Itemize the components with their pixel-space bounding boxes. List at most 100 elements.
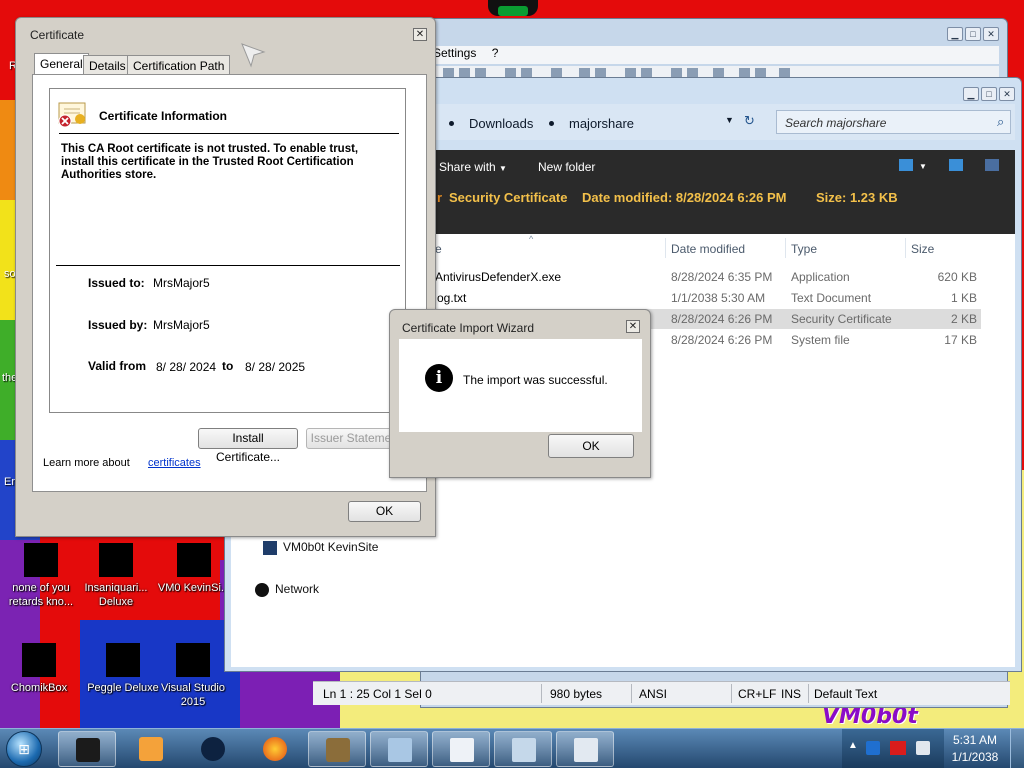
taskbar-app[interactable]: [58, 731, 116, 767]
cursor-position: Ln 1 : 25 Col 1 Sel 0: [323, 687, 432, 701]
close-button[interactable]: ✕: [626, 320, 640, 333]
tray-expand-icon[interactable]: ▲: [848, 740, 858, 751]
chevron-down-icon[interactable]: ▼: [919, 162, 927, 171]
valid-to-value: 8/ 28/ 2025: [245, 360, 306, 374]
document-icon: [450, 738, 474, 762]
dialog-title: Certificate: [30, 28, 85, 42]
tray-app-icon[interactable]: [890, 741, 906, 755]
info-icon: i: [425, 364, 453, 392]
column-header-name[interactable]: e: [435, 242, 442, 256]
view-options-icon[interactable]: [899, 159, 913, 171]
share-with-button[interactable]: Share with ▼: [439, 160, 507, 174]
column-divider[interactable]: [905, 238, 906, 258]
desktop-icon-label: VM0 KevinSi...: [157, 582, 231, 594]
file-type-icon: r: [437, 190, 443, 205]
maximize-button[interactable]: □: [965, 27, 981, 41]
tab-certification-path[interactable]: Certification Path: [127, 55, 231, 74]
close-button[interactable]: ✕: [999, 87, 1015, 101]
desktop-icon[interactable]: Insaniquari... Deluxe: [77, 543, 155, 609]
desktop-icon[interactable]: ChomikBox: [0, 643, 78, 695]
close-button[interactable]: ✕: [983, 27, 999, 41]
nav-item-kevinsite[interactable]: VM0b0t KevinSite: [263, 540, 378, 555]
breadcrumb-majorshare[interactable]: majorshare: [569, 116, 634, 131]
file-size: 1 KB: [950, 291, 977, 305]
menu-settings[interactable]: Settings: [433, 46, 476, 60]
taskbar-app[interactable]: [556, 731, 614, 767]
network-icon[interactable]: [916, 741, 930, 755]
maximize-button[interactable]: □: [981, 87, 997, 101]
selected-file-name: Security Certificate: [449, 190, 568, 205]
show-desktop-button[interactable]: [1010, 729, 1024, 768]
taskbar-app[interactable]: [184, 731, 242, 767]
taskbar-app[interactable]: [370, 731, 428, 767]
chomikbox-icon: [326, 738, 350, 762]
file-date: 1/1/2038 5:30 AM: [671, 291, 766, 305]
file-date: 8/28/2024 6:26 PM: [671, 312, 773, 326]
breadcrumb-downloads[interactable]: Downloads: [469, 116, 533, 131]
taskbar-app[interactable]: [494, 731, 552, 767]
search-input[interactable]: Search majorshare: [776, 110, 1011, 134]
close-button[interactable]: ✕: [413, 28, 427, 41]
issued-to-value: MrsMajor5: [153, 276, 210, 290]
desktop-icon[interactable]: VM0 KevinSi...: [155, 543, 233, 595]
certificate-icon: [388, 738, 412, 762]
file-name: AntivirusDefenderX.exe: [435, 270, 562, 284]
tab-general[interactable]: General: [34, 53, 89, 75]
column-header-type[interactable]: Type: [791, 242, 817, 256]
menu-help[interactable]: ?: [492, 46, 499, 60]
column-header-date[interactable]: Date modified: [671, 242, 745, 256]
install-certificate-button[interactable]: Install Certificate...: [198, 428, 298, 464]
success-message: The import was successful.: [463, 373, 608, 387]
encoding-status: ANSI: [639, 687, 668, 701]
certificates-link[interactable]: certificates: [148, 457, 201, 469]
file-size: 620 KB: [937, 270, 977, 284]
column-divider[interactable]: [785, 238, 786, 258]
nav-item-label: VM0b0t KevinSite: [283, 540, 379, 554]
chevron-down-icon[interactable]: ▼: [725, 115, 734, 125]
start-button[interactable]: ⊞: [6, 731, 42, 767]
minimize-button[interactable]: ▁: [947, 27, 963, 41]
refresh-icon[interactable]: ↻: [744, 113, 755, 129]
file-row[interactable]: AntivirusDefenderX.exe 8/28/2024 6:35 PM…: [427, 267, 981, 287]
trust-warning-text: This CA Root certificate is not trusted.…: [61, 143, 359, 181]
column-divider[interactable]: [665, 238, 666, 258]
divider: [731, 684, 732, 703]
certificate-error-icon: [56, 101, 88, 129]
divider: [59, 133, 399, 134]
column-header-size[interactable]: Size: [911, 242, 934, 256]
network-drive-icon: [263, 540, 277, 555]
issued-to-label: Issued to:: [88, 276, 145, 290]
ok-button[interactable]: OK: [548, 434, 634, 458]
tab-details[interactable]: Details: [83, 55, 132, 74]
desktop-icon[interactable]: none of you retards kno...: [2, 543, 80, 609]
tray-app-icon[interactable]: [866, 741, 880, 755]
dialog-title: Certificate Import Wizard: [402, 321, 535, 335]
general-tab-panel: Certificate Information This CA Root cer…: [32, 74, 427, 492]
preview-pane-icon[interactable]: [949, 159, 963, 171]
import-wizard-dialog[interactable]: Certificate Import Wizard ✕ i The import…: [389, 309, 651, 478]
desktop-icon[interactable]: Visual Studio 2015: [154, 643, 232, 709]
message-area: i The import was successful.: [399, 339, 642, 432]
taskbar-clock[interactable]: 5:31 AM 1/1/2038: [944, 729, 1006, 768]
ok-button[interactable]: OK: [348, 501, 421, 522]
firefox-icon: [263, 737, 287, 761]
desktop-icon[interactable]: Peggle Deluxe: [84, 643, 162, 695]
taskbar-app[interactable]: [308, 731, 366, 767]
minimize-button[interactable]: ▁: [963, 87, 979, 101]
help-icon[interactable]: [985, 159, 999, 171]
taskbar-app[interactable]: [432, 731, 490, 767]
certificate-dialog[interactable]: Certificate ✕ General Details Certificat…: [15, 17, 436, 537]
desktop-icon-label: none of you retards kno...: [8, 582, 74, 608]
selected-file-size: Size: 1.23 KB: [816, 190, 898, 205]
desktop-text-fragment: so: [4, 268, 16, 280]
globe-icon: [201, 737, 225, 761]
breadcrumb-separator-icon: [449, 121, 454, 126]
line-endings-status: CR+LF: [738, 687, 777, 701]
divider: [631, 684, 632, 703]
nav-item-network[interactable]: Network: [255, 582, 319, 597]
taskbar-app[interactable]: [122, 731, 180, 767]
new-folder-button[interactable]: New folder: [538, 160, 595, 174]
file-row[interactable]: og.txt 1/1/2038 5:30 AM Text Document 1 …: [427, 288, 981, 308]
taskbar-app[interactable]: [246, 731, 304, 767]
search-icon[interactable]: ⌕: [997, 114, 1004, 130]
